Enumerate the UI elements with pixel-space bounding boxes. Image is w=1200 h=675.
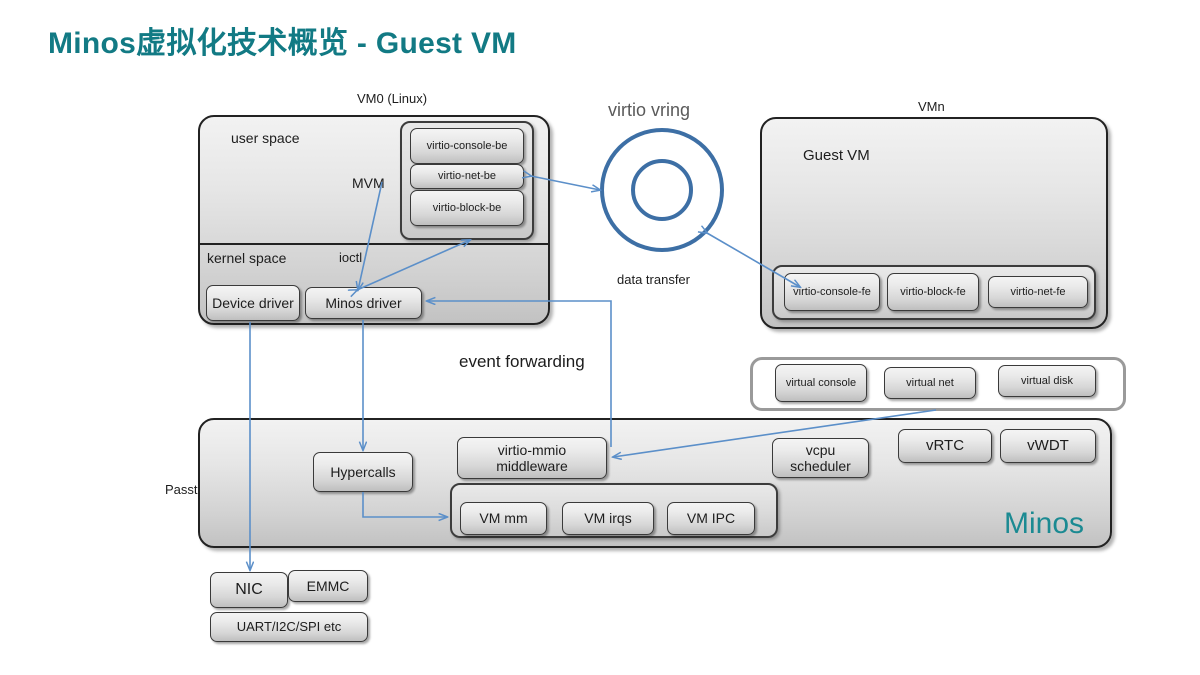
arrow-hypercalls-to-vmgroup [362, 492, 447, 517]
arrow-vring-to-vmn [707, 233, 800, 287]
arrow-virtualdevices-to-mmio [613, 409, 937, 457]
vring-outer-circle [600, 128, 724, 252]
arrow-mvm-to-vring [531, 176, 600, 190]
connector-layer [0, 128, 937, 675]
arrow-event-forwarding [427, 301, 612, 447]
diagram-canvas: Minos虚拟化技术概览 - Guest VM VM0 (Linux) VMn … [0, 0, 1200, 675]
arrow-ioctl [358, 181, 383, 290]
vring-inner-circle [631, 159, 693, 221]
arrow-minosdriver-to-mvm [357, 240, 470, 290]
